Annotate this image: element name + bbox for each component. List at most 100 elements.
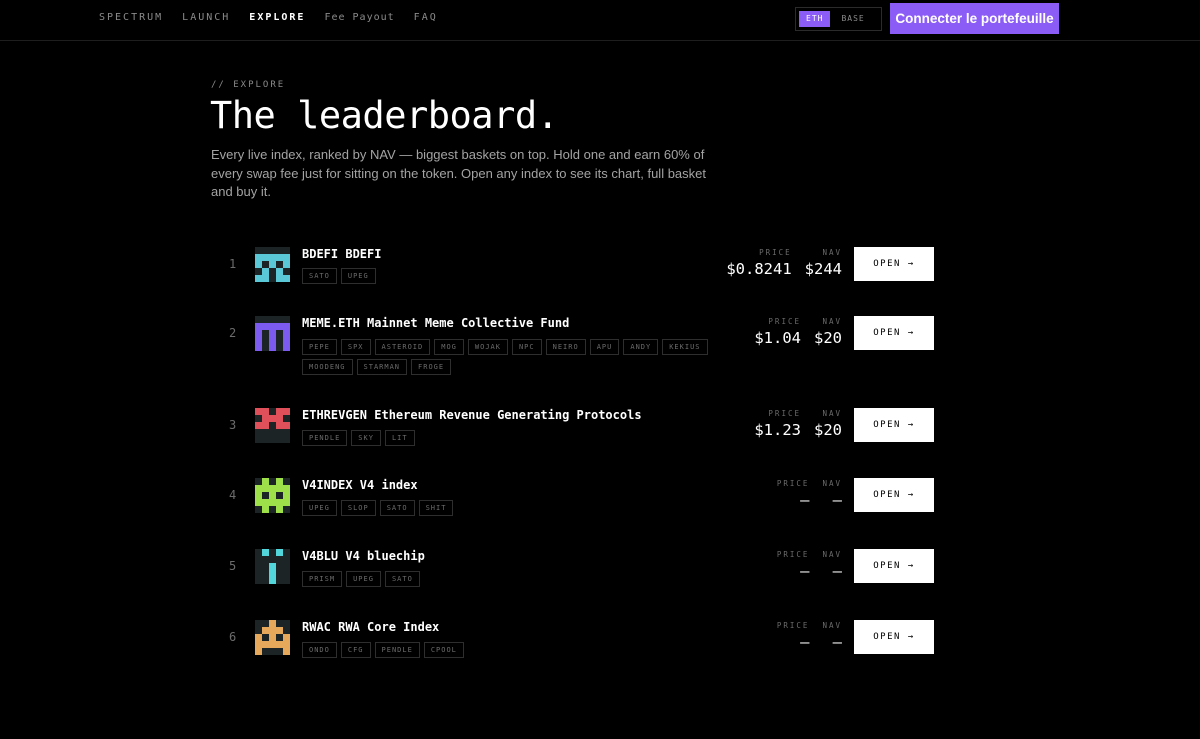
row-name[interactable]: BDEFI BDEFI (302, 247, 381, 261)
price-stat: PRICE $1.04 (754, 317, 801, 347)
price-stat-label: PRICE (759, 248, 792, 257)
leaderboard-row[interactable]: 2 MEME.ETH Mainnet Meme Collective Fund PE… (211, 316, 934, 376)
row-name[interactable]: RWAC RWA Core Index (302, 620, 439, 634)
token-tag: PENDLE (302, 430, 348, 446)
meme-eth-pixel-avatar-icon (255, 316, 290, 351)
token-tag: PRISM (302, 571, 343, 587)
v4index-pixel-avatar-icon (255, 478, 290, 513)
nav-stat: NAV — (822, 479, 842, 509)
open-index-button[interactable]: OPEN → (854, 408, 934, 442)
bdefi-pixel-avatar-icon (255, 247, 290, 282)
nav-stat-label: NAV (822, 550, 842, 559)
row-tags: PENDLE SKY LIT (302, 430, 742, 446)
nav-stat-label: NAV (822, 479, 842, 488)
nav-stat: NAV $20 (814, 409, 842, 439)
token-tag: SATO (302, 268, 337, 284)
row-stats: PRICE $0.8241 NAV $244 (726, 248, 842, 278)
price-stat: PRICE — (777, 550, 810, 580)
open-index-button[interactable]: OPEN → (854, 549, 934, 583)
v4blu-pixel-avatar-icon (255, 549, 290, 584)
connect-wallet-button[interactable]: Connecter le portefeuille (890, 3, 1059, 34)
nav-stat: NAV $244 (805, 248, 842, 278)
row-tags: ONDO CFG PENDLE CPOOL (302, 642, 742, 658)
nav-stat: NAV — (822, 550, 842, 580)
nav-stat-value: — (832, 633, 842, 651)
row-stats: PRICE — NAV — (777, 621, 842, 651)
price-stat-value: — (800, 491, 810, 509)
chain-option-eth[interactable]: ETH (799, 11, 831, 27)
nav-link-fee-payout[interactable]: Fee Payout (324, 12, 394, 23)
price-stat: PRICE — (777, 479, 810, 509)
nav-link-explore[interactable]: EXPLORE (249, 12, 305, 23)
chain-toggle: ETH BASE (795, 7, 882, 31)
leaderboard-row[interactable]: 6 RWAC RWA Core Index ONDO CFG PENDLE CPOOL PR… (211, 620, 934, 680)
token-tag: SPX (340, 339, 371, 355)
price-stat-value: — (800, 562, 810, 580)
leaderboard-row[interactable]: 4 V4INDEX V4 index UPEG SLOP SATO SHIT PRICE — N… (211, 478, 934, 538)
row-rank: 3 (229, 418, 237, 432)
nav-stat-value: — (832, 491, 842, 509)
row-stats: PRICE — NAV — (777, 550, 842, 580)
nav-stat-value: $20 (814, 329, 842, 347)
token-tag: SHIT (418, 500, 454, 516)
token-tag: NEIRO (545, 339, 586, 355)
row-stats: PRICE — NAV — (777, 479, 842, 509)
leaderboard-row[interactable]: 5 V4BLU V4 bluechip PRISM UPEG SATO PRICE — NAV… (211, 549, 934, 609)
leaderboard-row[interactable]: 1 BDEFI BDEFI SATO UPEG PRICE $0.8241 NAV $244 O… (211, 247, 934, 307)
token-tag: APU (589, 339, 620, 355)
price-stat: PRICE $1.23 (754, 409, 801, 439)
nav-link-launch[interactable]: LAUNCH (182, 12, 230, 23)
price-stat-label: PRICE (776, 550, 810, 559)
token-tag: SATO (384, 571, 420, 587)
token-tag: UPEG (346, 571, 381, 587)
price-stat-label: PRICE (776, 479, 810, 488)
row-stats: PRICE $1.23 NAV $20 (754, 409, 842, 439)
chain-option-base[interactable]: BASE (834, 11, 871, 27)
price-stat: PRICE — (777, 621, 810, 651)
row-stats: PRICE $1.04 NAV $20 (754, 317, 842, 347)
nav-stat-value: $244 (804, 260, 842, 278)
row-name[interactable]: V4INDEX V4 index (302, 478, 418, 492)
row-tags: SATO UPEG (302, 268, 742, 284)
row-name[interactable]: MEME.ETH Mainnet Meme Collective Fund (302, 316, 569, 330)
row-rank: 1 (229, 257, 237, 271)
nav-links: SPECTRUM LAUNCH EXPLORE Fee Payout FAQ (99, 12, 457, 23)
price-stat-label: PRICE (776, 621, 810, 630)
row-rank: 4 (229, 488, 237, 502)
nav-stat-label: NAV (822, 409, 842, 418)
nav-stat-label: NAV (822, 621, 842, 630)
token-tag: PENDLE (374, 642, 420, 658)
price-stat-label: PRICE (768, 409, 801, 418)
token-tag: MOG (434, 339, 464, 355)
row-tags: UPEG SLOP SATO SHIT (302, 500, 742, 516)
top-nav: SPECTRUM LAUNCH EXPLORE Fee Payout FAQ E… (0, 0, 1200, 41)
row-name[interactable]: V4BLU V4 bluechip (302, 549, 425, 563)
price-stat-value: $1.23 (754, 421, 801, 439)
row-tags: PRISM UPEG SATO (302, 571, 742, 587)
open-index-button[interactable]: OPEN → (854, 247, 934, 281)
row-rank: 5 (229, 559, 237, 573)
token-tag: LIT (384, 430, 415, 446)
page-title: The leaderboard. (210, 94, 559, 137)
ethrevgen-pixel-avatar-icon (255, 408, 290, 443)
nav-link-spectrum[interactable]: SPECTRUM (99, 12, 163, 23)
open-index-button[interactable]: OPEN → (854, 478, 934, 512)
row-name[interactable]: ETHREVGEN Ethereum Revenue Generating Pr… (302, 408, 642, 422)
token-tag: MOODENG (302, 359, 353, 375)
leaderboard-row[interactable]: 3 ETHREVGEN Ethereum Revenue Generating P… (211, 408, 934, 468)
price-stat-value: $0.8241 (726, 260, 792, 278)
open-index-button[interactable]: OPEN → (854, 316, 934, 350)
rwac-pixel-avatar-icon (255, 620, 290, 655)
price-stat-value: $1.04 (754, 329, 801, 347)
token-tag: KEKIUS (662, 339, 708, 355)
token-tag: CPOOL (423, 642, 464, 658)
open-index-button[interactable]: OPEN → (854, 620, 934, 654)
nav-link-faq[interactable]: FAQ (414, 12, 438, 23)
page-description: Every live index, ranked by NAV — bigges… (211, 147, 706, 199)
nav-stat: NAV $20 (814, 317, 842, 347)
token-tag: PEPE (302, 339, 337, 355)
price-stat: PRICE $0.8241 (726, 248, 791, 278)
token-tag: STARMAN (356, 359, 408, 375)
price-stat-label: PRICE (768, 317, 801, 326)
token-tag: UPEG (340, 268, 376, 284)
